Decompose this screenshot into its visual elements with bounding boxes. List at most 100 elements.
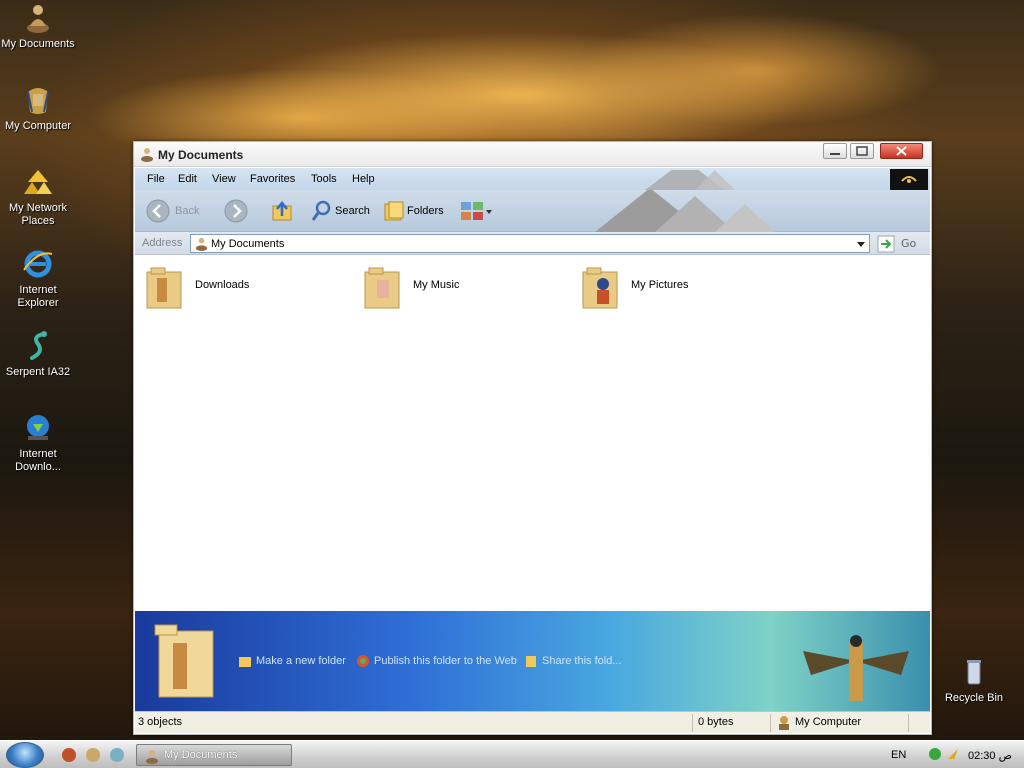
make-new-folder-link[interactable]: Make a new folder xyxy=(238,654,346,670)
search-label: Search xyxy=(335,205,370,217)
pyramids-background-icon xyxy=(595,190,775,232)
menu-file[interactable]: File xyxy=(147,173,165,185)
publish-web-icon xyxy=(357,655,369,667)
clock: 02:30 ص xyxy=(968,750,1012,762)
desktop-icon-label: Internet Downlo... xyxy=(15,448,61,473)
back-button[interactable]: Back xyxy=(145,198,205,224)
minimize-button[interactable] xyxy=(823,143,847,159)
internet-explorer-icon xyxy=(22,248,54,280)
computer-zone-icon xyxy=(779,716,789,730)
share-folder-link[interactable]: Share this fold... xyxy=(524,654,622,670)
status-zone: My Computer xyxy=(795,716,862,728)
address-value: My Documents xyxy=(211,238,285,250)
start-button[interactable] xyxy=(6,742,44,768)
views-icon xyxy=(461,202,492,220)
recycle-bin-icon xyxy=(958,656,990,688)
folder-label: My Music xyxy=(413,279,460,291)
security-tray-icon[interactable] xyxy=(946,747,960,761)
desktop-icon-label: My Documents xyxy=(1,38,75,50)
task-panel: Make a new folder Publish this folder to… xyxy=(135,611,930,712)
menu-help[interactable]: Help xyxy=(352,173,375,185)
my-documents-icon xyxy=(139,146,155,162)
desktop-icon-serpent-ia32[interactable]: Serpent IA32 xyxy=(0,330,76,379)
folders-label: Folders xyxy=(407,205,444,217)
desktop-icon-label: Serpent IA32 xyxy=(5,366,71,378)
up-folder-button[interactable] xyxy=(269,198,295,224)
new-folder-icon xyxy=(239,657,251,667)
search-button[interactable]: Search xyxy=(309,198,371,224)
folder-item-my-pictures[interactable]: My Pictures xyxy=(581,264,701,310)
status-bar: 3 objects 0 bytes My Computer xyxy=(135,711,930,733)
address-field[interactable]: My Documents xyxy=(190,234,870,253)
desktop-icon-label: Recycle Bin xyxy=(944,692,1004,704)
menu-edit[interactable]: Edit xyxy=(178,173,197,185)
winged-goddess-icon xyxy=(803,635,909,701)
close-button[interactable] xyxy=(880,143,923,159)
menu-tools[interactable]: Tools xyxy=(311,173,337,185)
go-label: Go xyxy=(901,237,917,250)
title-bar[interactable]: My Documents xyxy=(134,142,931,167)
desktop-icon-my-documents[interactable]: My Documents xyxy=(0,2,76,51)
folder-item-downloads[interactable]: Downloads xyxy=(145,264,265,310)
menu-view[interactable]: View xyxy=(212,173,236,185)
search-icon xyxy=(311,200,331,221)
serpent-icon xyxy=(22,330,54,362)
publish-folder-web-link[interactable]: Publish this folder to the Web xyxy=(356,654,517,670)
desktop-icon-label: My Computer xyxy=(4,120,72,132)
pyramid-banner-icon xyxy=(645,170,735,190)
desktop-icon-recycle-bin[interactable]: Recycle Bin xyxy=(936,656,1012,705)
download-manager-icon xyxy=(22,412,54,444)
taskbar: My Documents EN 02:30 ص xyxy=(0,740,1024,768)
pharaoh-mask-icon xyxy=(22,84,54,116)
quick-launch-media-icon[interactable] xyxy=(110,748,124,762)
back-label: Back xyxy=(175,205,200,217)
address-label: Address xyxy=(142,237,183,249)
go-arrow-icon xyxy=(877,235,895,253)
taskbar-button-my-documents[interactable]: My Documents xyxy=(136,744,292,766)
taskbar-button-label: My Documents xyxy=(164,749,238,761)
pharaoh-figure-icon xyxy=(22,2,54,34)
pyramids-icon xyxy=(22,166,54,198)
menu-bar: File Edit View Favorites Tools Help xyxy=(135,168,930,190)
desktop-icon-internet-download-manager[interactable]: Internet Downlo... xyxy=(0,412,76,474)
views-button[interactable] xyxy=(459,198,493,224)
folder-item-my-music[interactable]: My Music xyxy=(363,264,483,310)
folder-content: Downloads My Music My Pictures xyxy=(135,256,930,611)
desktop-icon-label: My Network Places xyxy=(8,202,68,227)
status-size: 0 bytes xyxy=(698,716,734,728)
menu-favorites[interactable]: Favorites xyxy=(250,173,295,185)
language-indicator[interactable]: EN xyxy=(891,749,906,761)
address-bar: Address My Documents Go xyxy=(135,232,930,255)
network-tray-icon[interactable] xyxy=(928,747,942,761)
quick-launch-desktop-icon[interactable] xyxy=(86,748,100,762)
desktop-icon-my-network-places[interactable]: My Network Places xyxy=(0,166,76,228)
forward-button[interactable] xyxy=(223,198,253,224)
address-dropdown-button[interactable] xyxy=(853,235,869,252)
desktop-icon-my-computer[interactable]: My Computer xyxy=(0,84,76,133)
task-label: Share this fold... xyxy=(542,655,622,667)
toolbar: Back Search Folders xyxy=(135,190,930,232)
status-divider xyxy=(770,714,771,732)
my-documents-small-icon xyxy=(146,750,158,764)
folder-icon xyxy=(146,267,182,309)
status-divider xyxy=(908,714,909,732)
forward-arrow-icon xyxy=(224,199,248,223)
status-divider xyxy=(692,714,693,732)
desktop-icon-label: Internet Explorer xyxy=(17,284,59,309)
quick-launch-browser-icon[interactable] xyxy=(62,748,76,762)
up-folder-icon xyxy=(272,201,292,221)
status-object-count: 3 objects xyxy=(138,716,183,728)
window-title: My Documents xyxy=(158,148,244,162)
share-folder-icon xyxy=(526,656,536,667)
large-folder-icon xyxy=(154,624,214,698)
maximize-button[interactable] xyxy=(850,143,874,159)
folders-icon xyxy=(384,201,404,221)
explorer-window: My Documents File Edit View Favorites To… xyxy=(133,141,932,735)
go-button[interactable]: Go xyxy=(877,235,917,253)
chevron-down-icon xyxy=(857,242,865,247)
folder-label: My Pictures xyxy=(631,279,689,291)
desktop-icon-internet-explorer[interactable]: Internet Explorer xyxy=(0,248,76,310)
folder-label: Downloads xyxy=(195,279,250,291)
back-arrow-icon xyxy=(146,199,170,223)
folders-button[interactable]: Folders xyxy=(381,198,447,224)
